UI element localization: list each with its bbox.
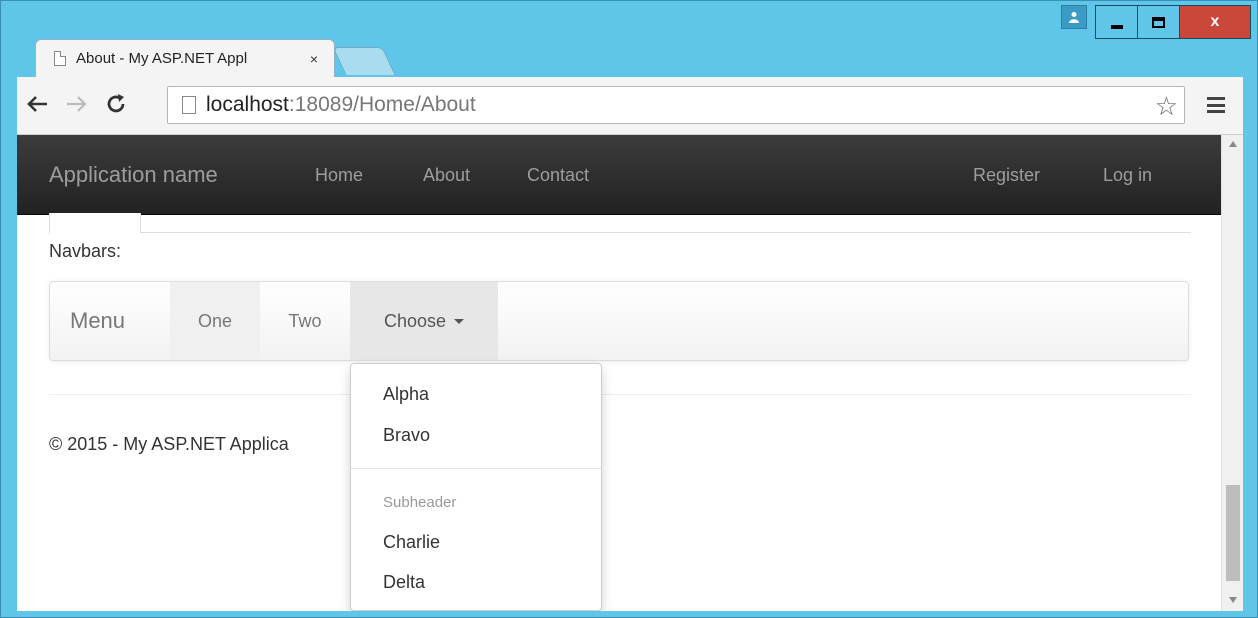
page-viewport: Application name Home About Contact Regi…	[17, 135, 1243, 611]
nav-link-register[interactable]: Register	[973, 165, 1040, 186]
active-nav-tab[interactable]	[49, 213, 141, 234]
nav-link-contact[interactable]: Contact	[527, 165, 589, 186]
caret-down-icon	[454, 318, 465, 324]
site-navbar: Application name Home About Contact Regi…	[17, 135, 1221, 215]
dropdown-divider	[351, 468, 601, 469]
maximize-button[interactable]	[1137, 5, 1179, 39]
bookmark-star-icon[interactable]: ☆	[1155, 91, 1178, 122]
reload-icon[interactable]	[101, 89, 131, 119]
dropdown-toggle-label: Choose	[383, 310, 447, 331]
forward-arrow-icon[interactable]	[61, 89, 91, 119]
demo-nav-item-label: One	[197, 310, 233, 331]
menu-icon[interactable]	[1207, 94, 1225, 116]
browser-toolbar: localhost:18089/Home/About ☆	[17, 77, 1243, 135]
browser-tab-active[interactable]: About - My ASP.NET Appl ×	[35, 39, 335, 77]
title-bar: x About - My ASP.NET Appl ×	[1, 1, 1257, 81]
dropdown-item-bravo[interactable]: Bravo	[383, 425, 430, 446]
dropdown-item-charlie[interactable]: Charlie	[383, 532, 440, 553]
scroll-up-arrow-icon[interactable]	[1229, 141, 1237, 147]
nav-tabs-remnant	[49, 213, 1191, 234]
dropdown-item-delta[interactable]: Delta	[383, 572, 425, 593]
new-tab-button[interactable]	[332, 47, 396, 75]
site-brand-link[interactable]: Application name	[49, 162, 218, 188]
dropdown-subheader: Subheader	[383, 494, 457, 511]
demo-navbar: Menu One Two Choose	[49, 281, 1189, 361]
dropdown-menu: Alpha Bravo Subheader Charlie Delta	[350, 363, 602, 611]
demo-navbar-brand[interactable]: Menu	[70, 308, 125, 334]
minimize-icon	[1110, 25, 1123, 29]
address-bar[interactable]: localhost:18089/Home/About ☆	[167, 86, 1185, 124]
divider	[49, 394, 1191, 395]
user-icon[interactable]	[1061, 5, 1087, 29]
back-arrow-icon[interactable]	[23, 89, 53, 119]
nav-link-about[interactable]: About	[423, 165, 470, 186]
maximize-icon	[1152, 16, 1165, 28]
footer-copyright: © 2015 - My ASP.NET Applica	[49, 434, 289, 454]
close-icon: x	[1210, 13, 1220, 30]
tab-close-icon[interactable]: ×	[304, 51, 324, 67]
demo-nav-item-one[interactable]: One	[170, 282, 260, 360]
demo-nav-item-label: Two	[288, 310, 322, 331]
section-label: Navbars:	[49, 241, 122, 261]
minimize-button[interactable]	[1095, 5, 1137, 39]
demo-nav-item-two[interactable]: Two	[260, 282, 350, 360]
url-host: localhost	[206, 93, 289, 116]
nav-link-home[interactable]: Home	[315, 165, 363, 186]
window-controls: x	[1061, 5, 1251, 39]
dropdown-item-alpha[interactable]: Alpha	[383, 384, 429, 405]
nav-link-login[interactable]: Log in	[1103, 165, 1152, 186]
browser-window: x About - My ASP.NET Appl × localhost:18…	[0, 0, 1258, 618]
page-icon	[54, 51, 66, 66]
close-window-button[interactable]: x	[1179, 5, 1251, 39]
scroll-down-arrow-icon[interactable]	[1229, 597, 1237, 603]
vertical-scrollbar[interactable]	[1221, 135, 1243, 611]
page-icon	[182, 96, 196, 114]
scrollbar-thumb[interactable]	[1226, 485, 1240, 581]
url-path: :18089/Home/About	[288, 93, 476, 116]
demo-nav-dropdown-toggle[interactable]: Choose	[350, 282, 498, 360]
tab-title: About - My ASP.NET Appl	[76, 50, 248, 67]
